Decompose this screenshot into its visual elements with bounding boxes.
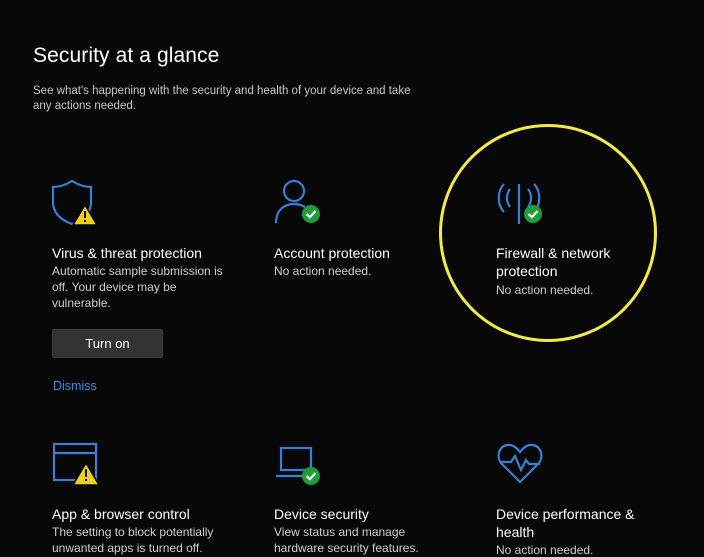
virus-card-title: Virus & threat protection [52, 245, 202, 261]
turn-on-button[interactable]: Turn on [52, 329, 163, 358]
laptop-check-icon [276, 446, 320, 485]
security-at-a-glance-page: Security at a glance See what's happenin… [0, 0, 704, 557]
page-subtitle: See what's happening with the security a… [33, 85, 411, 112]
device-security-card-description: View status and manage hardware security… [274, 525, 419, 555]
device-performance-card-description: No action needed. [496, 543, 594, 557]
firewall-card-title-line1: Firewall & network [496, 245, 611, 261]
firewall-card-title-line2: protection [496, 263, 558, 279]
device-performance-card-title-line1: Device performance & [496, 506, 635, 522]
virus-card-description: Automatic sample submission is off. Your… [52, 264, 223, 310]
firewall-card-description: No action needed. [496, 283, 594, 297]
antenna-check-icon [497, 183, 542, 224]
device-security-card-title: Device security [274, 506, 369, 522]
page-title: Security at a glance [33, 44, 220, 67]
account-card-description: No action needed. [274, 264, 372, 278]
browser-window-warning-icon [52, 442, 101, 486]
account-card-title: Account protection [274, 245, 390, 261]
dismiss-link[interactable]: Dismiss [53, 379, 97, 393]
device-performance-card-title-line2: health [496, 524, 535, 540]
shield-warning-icon [51, 179, 99, 226]
person-check-icon [274, 179, 320, 224]
app-browser-card-title: App & browser control [52, 506, 190, 522]
highlight-circle [439, 124, 657, 342]
heart-pulse-icon [497, 443, 543, 484]
app-browser-card-description: The setting to block potentially unwante… [52, 525, 214, 555]
